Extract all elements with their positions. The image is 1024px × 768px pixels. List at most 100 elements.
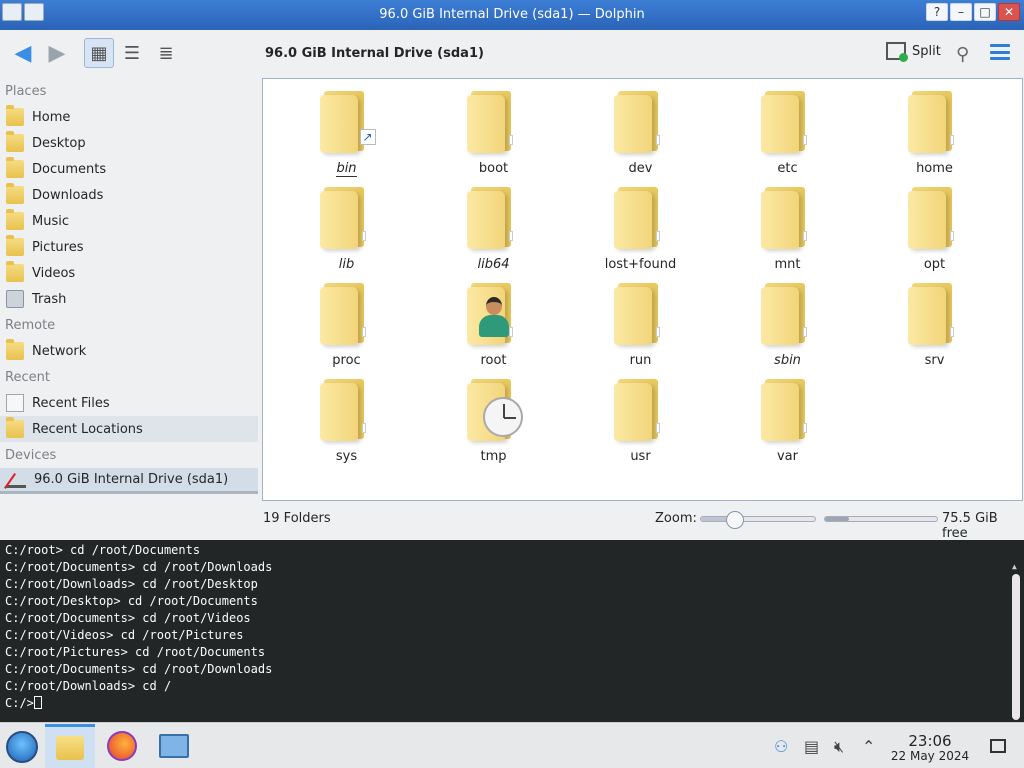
zoom-slider-handle[interactable] bbox=[726, 511, 745, 529]
sidebar-item-desktop[interactable]: Desktop bbox=[0, 130, 262, 156]
sidebar-item-music[interactable]: Music bbox=[0, 208, 262, 234]
folder-count: 19 Folders bbox=[263, 511, 331, 526]
location-title: 96.0 GiB Internal Drive (sda1) bbox=[265, 46, 484, 61]
terminal-line: C:/root/Downloads> cd / bbox=[5, 679, 172, 693]
folder-name: var bbox=[776, 449, 798, 464]
folder-item-mnt[interactable]: mnt bbox=[714, 183, 861, 279]
terminal-scrollbar[interactable]: ▲ bbox=[1012, 562, 1020, 720]
network-status-icon[interactable]: ⚇ bbox=[774, 737, 788, 756]
folder-icon bbox=[319, 377, 374, 443]
task-system-settings[interactable] bbox=[149, 724, 199, 768]
task-dolphin[interactable] bbox=[45, 724, 95, 768]
icons-view-button[interactable]: ▦ bbox=[84, 38, 114, 68]
disk-space-fill bbox=[825, 517, 849, 521]
back-arrow-icon[interactable]: ◀ bbox=[8, 38, 38, 68]
drive-icon bbox=[6, 472, 26, 488]
folder-item-etc[interactable]: etc bbox=[714, 87, 861, 183]
sidebar-item-trash[interactable]: Trash bbox=[0, 286, 262, 312]
forward-arrow-icon[interactable]: ▶ bbox=[42, 38, 72, 68]
sidebar-item-recent-files[interactable]: Recent Files bbox=[0, 390, 262, 416]
sidebar-item-videos[interactable]: Videos bbox=[0, 260, 262, 286]
folder-item-var[interactable]: var bbox=[714, 375, 861, 471]
maximize-button[interactable]: □ bbox=[974, 3, 996, 21]
window-title: 96.0 GiB Internal Drive (sda1) — Dolphin bbox=[379, 7, 645, 22]
minimize-button[interactable]: – bbox=[950, 3, 972, 21]
terminal-line: C:/root/Pictures> cd /root/Documents bbox=[5, 645, 266, 659]
title-bar[interactable]: 96.0 GiB Internal Drive (sda1) — Dolphin… bbox=[0, 0, 1024, 30]
taskbar: ⚇ ▤ 🔇︎ ⌃ 23:06 22 May 2024 bbox=[0, 722, 1024, 768]
recent-locations-icon bbox=[6, 417, 24, 438]
folder-item-run[interactable]: run bbox=[567, 279, 714, 375]
sidebar-item-label: Pictures bbox=[32, 239, 84, 255]
folder-item-boot[interactable]: boot bbox=[420, 87, 567, 183]
folder-icon bbox=[907, 281, 962, 347]
split-button[interactable]: Split bbox=[886, 42, 941, 62]
folder-item-lost-found[interactable]: lost+found bbox=[567, 183, 714, 279]
network-folder-icon bbox=[6, 339, 24, 360]
file-view[interactable]: ↗ bin boot dev etc home lib lib64 lost+found mnt o… bbox=[262, 78, 1023, 501]
details-view-button[interactable]: ≣ bbox=[151, 38, 181, 68]
help-button[interactable]: ? bbox=[926, 3, 948, 21]
sidebar-item-home[interactable]: Home bbox=[0, 104, 262, 130]
clock-icon bbox=[482, 397, 523, 437]
folder-icon bbox=[907, 185, 962, 251]
split-label: Split bbox=[912, 43, 941, 59]
folder-name: sys bbox=[335, 449, 358, 464]
terminal-line: C:/root/Desktop> cd /root/Documents bbox=[5, 594, 258, 608]
folder-name: etc bbox=[777, 161, 798, 176]
start-menu-icon[interactable] bbox=[6, 731, 38, 763]
zoom-slider[interactable] bbox=[700, 511, 816, 529]
pictures-folder-icon bbox=[6, 235, 24, 256]
sidebar-item-pictures[interactable]: Pictures bbox=[0, 234, 262, 260]
folder-icon bbox=[907, 89, 962, 155]
sidebar-item-recent-locations[interactable]: Recent Locations bbox=[0, 416, 258, 442]
folder-item-lib[interactable]: lib bbox=[273, 183, 420, 279]
folder-item-root[interactable]: root bbox=[420, 279, 567, 375]
clipboard-icon[interactable]: ▤ bbox=[804, 737, 819, 756]
symlink-arrow-icon: ↗ bbox=[359, 129, 376, 145]
folder-item-sbin[interactable]: sbin bbox=[714, 279, 861, 375]
folder-icon bbox=[319, 281, 374, 347]
places-panel: Places Home Desktop Documents Downloads Music… bbox=[0, 78, 262, 508]
folder-icon bbox=[613, 89, 668, 155]
clock-date[interactable]: 22 May 2024 bbox=[890, 749, 970, 763]
folder-icon bbox=[613, 185, 668, 251]
status-bar: 19 Folders Zoom: 75.5 GiB free bbox=[262, 505, 1024, 541]
sidebar-section-remote: Remote bbox=[5, 318, 56, 333]
folder-name: lib bbox=[338, 257, 355, 272]
folder-item-lib64[interactable]: lib64 bbox=[420, 183, 567, 279]
sidebar-item-documents[interactable]: Documents bbox=[0, 156, 262, 182]
recent-files-icon bbox=[6, 394, 24, 412]
folder-item-dev[interactable]: dev bbox=[567, 87, 714, 183]
sidebar-section-recent: Recent bbox=[5, 370, 50, 385]
terminal-line: C:/root/Documents> cd /root/Downloads bbox=[5, 560, 273, 574]
folder-item-tmp[interactable]: tmp bbox=[420, 375, 567, 471]
folder-item-bin[interactable]: ↗ bin bbox=[273, 87, 420, 183]
folder-name: dev bbox=[628, 161, 653, 176]
sidebar-item-network[interactable]: Network bbox=[0, 338, 262, 364]
task-firefox[interactable] bbox=[97, 724, 147, 768]
compact-view-button[interactable]: ☰ bbox=[117, 38, 147, 68]
folder-item-usr[interactable]: usr bbox=[567, 375, 714, 471]
terminal-prompt-line[interactable]: C:/> bbox=[5, 695, 272, 712]
clock-time[interactable]: 23:06 bbox=[890, 732, 970, 750]
folder-item-home[interactable]: home bbox=[861, 87, 1008, 183]
show-desktop-icon[interactable] bbox=[990, 739, 1006, 753]
close-button[interactable]: ✕ bbox=[998, 3, 1020, 21]
terminal-cursor bbox=[33, 696, 42, 709]
volume-muted-icon[interactable]: 🔇︎ bbox=[834, 737, 844, 757]
user-avatar-icon bbox=[478, 297, 509, 341]
home-folder-icon bbox=[6, 105, 24, 126]
search-icon[interactable]: ⚲ bbox=[956, 44, 969, 65]
terminal-panel[interactable]: C:/root> cd /root/Documents C:/root/Docum… bbox=[0, 540, 1024, 722]
toolbar: ◀ ▶ ▦ ☰ ≣ 96.0 GiB Internal Drive (sda1)… bbox=[0, 30, 1024, 78]
scroll-up-icon[interactable]: ▲ bbox=[1012, 562, 1020, 571]
folder-item-srv[interactable]: srv bbox=[861, 279, 1008, 375]
folder-item-sys[interactable]: sys bbox=[273, 375, 420, 471]
sidebar-item-96-0-gib-internal-drive-sda1[interactable]: 96.0 GiB Internal Drive (sda1) bbox=[0, 468, 258, 494]
hamburger-menu-icon[interactable] bbox=[990, 44, 1010, 60]
folder-item-opt[interactable]: opt bbox=[861, 183, 1008, 279]
sidebar-item-downloads[interactable]: Downloads bbox=[0, 182, 262, 208]
tray-expand-chevron-icon[interactable]: ⌃ bbox=[862, 737, 875, 756]
folder-item-proc[interactable]: proc bbox=[273, 279, 420, 375]
